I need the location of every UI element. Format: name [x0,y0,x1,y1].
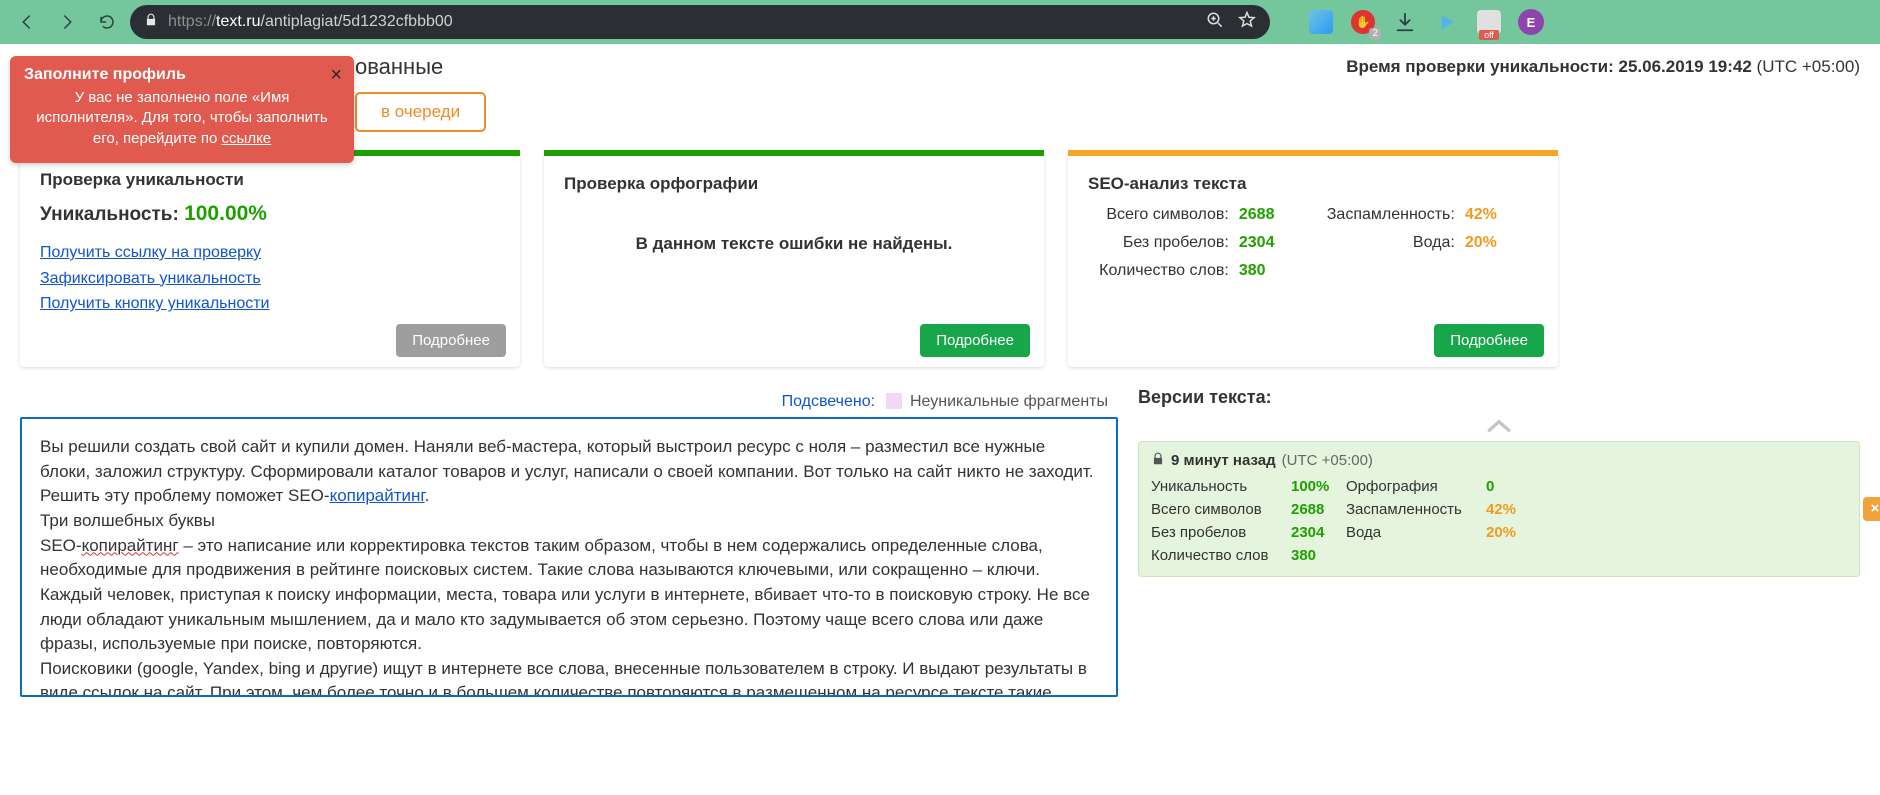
panel-title: Проверка уникальности [40,170,500,190]
get-button-link[interactable]: Получить кнопку уникальности [40,291,500,317]
url-bar[interactable]: https://text.ru/antiplagiat/5d1232cfbbb0… [130,5,1270,39]
panel-title: SEO-анализ текста [1088,174,1538,194]
get-check-link[interactable]: Получить ссылку на проверку [40,240,500,266]
extension-colibri-icon[interactable] [1306,7,1336,37]
forward-button[interactable] [50,5,84,39]
details-button[interactable]: Подробнее [920,324,1030,357]
fix-uniqueness-link[interactable]: Зафиксировать уникальность [40,266,500,292]
extension-adblock-icon[interactable]: ✋2 [1348,7,1378,37]
text-editor[interactable]: Вы решили создать свой сайт и купили дом… [20,417,1118,697]
panel-title: Проверка орфографии [564,174,1024,194]
zoom-icon[interactable] [1206,11,1224,34]
close-icon[interactable]: × [330,64,342,87]
extensions: ✋2 off E [1306,7,1546,37]
extension-savefrom-icon[interactable]: off [1474,7,1504,37]
lock-icon [144,13,158,32]
url-text: https://text.ru/antiplagiat/5d1232cfbbb0… [168,13,453,31]
spellcheck-panel: Проверка орфографии В данном тексте ошиб… [544,150,1044,367]
panel-links: Получить ссылку на проверку Зафиксироват… [40,240,500,317]
lock-icon [1151,452,1165,470]
extension-download-icon[interactable] [1390,7,1420,37]
highlight-legend: Подсвечено: Неуникальные фрагменты [20,387,1118,417]
seo-panel: SEO-анализ текста Всего символов:2688 За… [1068,150,1558,367]
star-icon[interactable] [1238,11,1256,34]
check-time: Время проверки уникальности: 25.06.2019 … [1346,57,1860,77]
spellcheck-message: В данном тексте ошибки не найдены. [564,234,1024,254]
versions-title: Версии текста: [1138,387,1860,408]
reload-button[interactable] [90,5,124,39]
notification-body: У вас не заполнено поле «Имя исполнителя… [24,88,340,149]
profile-notification: Заполните профиль × У вас не заполнено п… [10,56,354,163]
uniqueness-panel: Проверка уникальности Уникальность: 100.… [20,150,520,367]
back-button[interactable] [10,5,44,39]
details-button[interactable]: Подробнее [396,324,506,357]
version-item[interactable]: 9 минут назад (UTC +05:00) Уникальность1… [1138,441,1860,577]
uniqueness-value: Уникальность: 100.00% [40,202,500,226]
chevron-up-icon[interactable] [1138,414,1860,441]
notification-link[interactable]: ссылке [222,130,272,147]
extension-play-icon[interactable] [1432,7,1462,37]
browser-toolbar: https://text.ru/antiplagiat/5d1232cfbbb0… [0,0,1880,44]
panel-accent [544,150,1044,156]
partial-tab-text: ованные [355,54,443,80]
notification-title: Заполните профиль [24,66,340,84]
legend-swatch [886,393,902,409]
queue-button[interactable]: в очереди [355,92,486,132]
extension-badge: 2 [1369,28,1381,40]
profile-avatar[interactable]: E [1516,7,1546,37]
seo-stats: Всего символов:2688 Заспамленность:42% Б… [1088,206,1538,280]
close-icon[interactable]: × [1863,497,1880,521]
panel-accent [1068,150,1558,156]
details-button[interactable]: Подробнее [1434,324,1544,357]
